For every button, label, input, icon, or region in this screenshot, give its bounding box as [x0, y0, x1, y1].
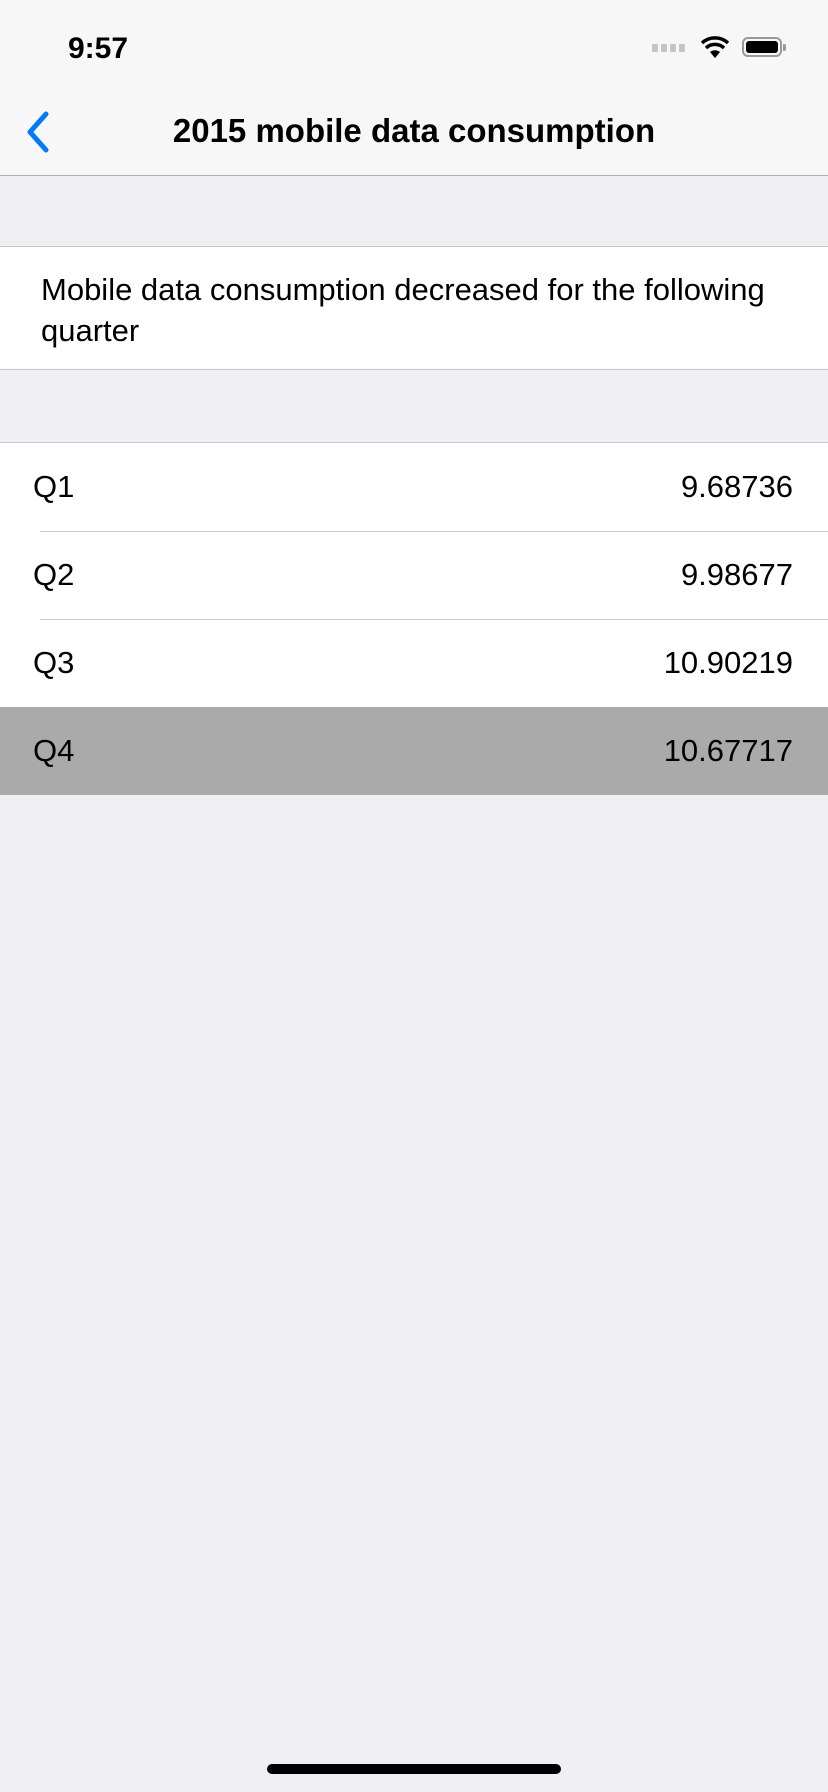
row-label: Q4 [33, 733, 75, 768]
table-row-q3[interactable]: Q3 10.90219 [0, 619, 828, 707]
navigation-bar: 2015 mobile data consumption [0, 88, 828, 176]
table-row-q4[interactable]: Q4 10.67717 [0, 707, 828, 795]
row-label: Q1 [33, 469, 75, 504]
row-value: 9.98677 [680, 557, 793, 592]
wifi-icon [700, 36, 730, 58]
quarter-table: Q1 9.68736 Q2 9.98677 Q3 10.90219 Q4 10.… [0, 442, 828, 795]
table-row-q2[interactable]: Q2 9.98677 [0, 531, 828, 619]
row-label: Q3 [33, 645, 75, 680]
cellular-signal-icon [652, 44, 685, 52]
row-value: 10.90219 [663, 645, 793, 680]
row-label: Q2 [33, 557, 75, 592]
description-text: Mobile data consumption decreased for th… [41, 272, 765, 348]
row-value: 9.68736 [680, 469, 793, 504]
status-time: 9:57 [68, 32, 129, 65]
row-value: 10.67717 [663, 733, 793, 768]
page-title: 2015 mobile data consumption [172, 112, 656, 149]
battery-icon [742, 37, 786, 57]
status-bar: 9:57 [0, 0, 828, 88]
home-indicator[interactable] [267, 1764, 561, 1774]
description-cell: Mobile data consumption decreased for th… [0, 246, 828, 370]
table-row-q1[interactable]: Q1 9.68736 [0, 443, 828, 531]
